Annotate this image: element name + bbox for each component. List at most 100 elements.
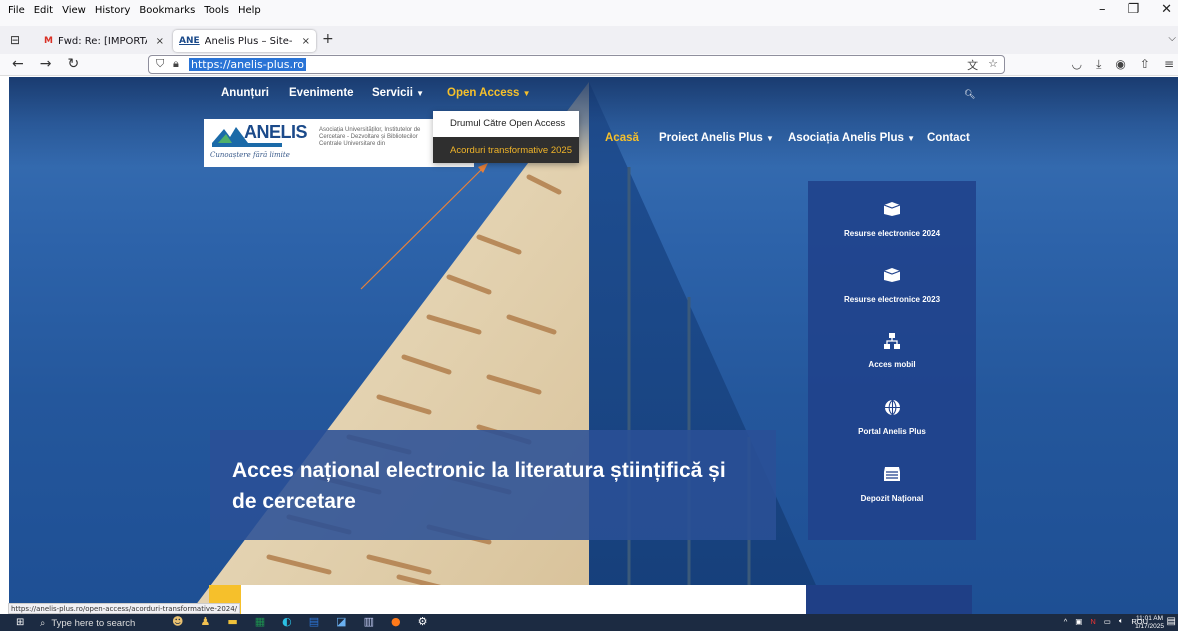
menu-bookmarks[interactable]: Bookmarks xyxy=(139,5,195,16)
minimize-icon[interactable]: – xyxy=(1099,2,1106,17)
shield-icon[interactable]: ⛉ xyxy=(156,57,164,71)
nav-anunturi[interactable]: Anunțuri xyxy=(221,87,269,99)
chevron-down-icon[interactable]: ⌵ xyxy=(1168,33,1176,44)
tab-anelis[interactable]: ANE Anelis Plus – Site-ul proiectului × xyxy=(173,30,316,52)
menu-file[interactable]: File xyxy=(8,5,25,16)
menu-hamburger-icon[interactable]: ≡ xyxy=(1164,57,1174,72)
character-app-icon[interactable]: ♟ xyxy=(200,615,210,628)
windows-taskbar: ⊞ ⌕ Type here to search ☻ ♟ ▬ ▦ ◐ ▤ ◪ ▥ … xyxy=(0,614,1178,631)
reload-icon[interactable]: ↻ xyxy=(67,56,79,72)
network-icon xyxy=(808,332,976,352)
logo-mark-icon xyxy=(212,127,248,143)
new-tab-icon[interactable]: + xyxy=(322,31,334,47)
logo-association-text: Asociația Universităților, Institutelor … xyxy=(319,127,421,147)
nav-acasa[interactable]: Acasă xyxy=(605,132,639,144)
tab-gmail[interactable]: M Fwd: Re: [IMPORTANT] Migrare × xyxy=(38,30,170,52)
taskview-app-icon[interactable]: ▥ xyxy=(364,615,374,628)
url-text[interactable]: https://anelis-plus.ro xyxy=(189,58,306,71)
menu-view[interactable]: View xyxy=(62,5,86,16)
menu-bar: File Edit View History Bookmarks Tools H… xyxy=(0,0,1178,26)
network-tray-icon[interactable]: ▭ xyxy=(1104,617,1111,626)
tab-list-icon[interactable]: ⊟ xyxy=(10,33,20,47)
windows-start-icon[interactable]: ⊞ xyxy=(16,617,24,628)
download-icon[interactable]: ⤓ xyxy=(1096,57,1101,72)
extensions-icon[interactable]: ⇧ xyxy=(1140,57,1150,72)
menu-help[interactable]: Help xyxy=(238,5,261,16)
nav-open-access-label: Open Access xyxy=(447,87,520,99)
people-app-icon[interactable]: ☻ xyxy=(172,615,183,628)
restore-icon[interactable]: ❐ xyxy=(1127,2,1139,17)
search-icon[interactable]: 🔍︎ xyxy=(964,90,975,100)
close-tab-icon[interactable]: × xyxy=(302,36,310,47)
dropdown-item-acorduri[interactable]: Acorduri transformative 2025 xyxy=(433,137,579,163)
nav-open-access[interactable]: Open Access ▼ xyxy=(447,87,531,99)
quicklink-acces-mobil[interactable]: Acces mobil xyxy=(808,332,976,369)
dropdown-item-drumul[interactable]: Drumul Către Open Access xyxy=(433,111,579,137)
close-tab-icon[interactable]: × xyxy=(156,36,164,47)
account-icon[interactable]: ◉ xyxy=(1115,57,1125,72)
caret-down-icon: ▼ xyxy=(765,134,774,143)
bookmark-star-icon[interactable]: ☆ xyxy=(988,57,998,73)
address-bar[interactable]: ⛉ 🔒︎ https://anelis-plus.ro 文 ☆ xyxy=(148,55,1005,74)
volume-icon[interactable]: 🔈︎ xyxy=(1119,616,1124,626)
pocket-icon[interactable]: ◡ xyxy=(1072,57,1082,72)
navigation-bar: ← → ↻ ⛉ 🔒︎ https://anelis-plus.ro 文 ☆ ◡ … xyxy=(0,54,1178,76)
nav-servicii-label: Servicii xyxy=(372,87,413,99)
anelis-favicon-icon: ANE xyxy=(179,36,200,46)
chevron-up-icon[interactable]: ^ xyxy=(1064,617,1068,626)
tab-title: Fwd: Re: [IMPORTANT] Migrare xyxy=(57,35,147,47)
status-url: https://anelis-plus.ro/open-access/acord… xyxy=(8,603,241,614)
taskbar-search[interactable]: ⌕ Type here to search xyxy=(40,616,146,630)
settings-gear-icon[interactable]: ⚙ xyxy=(418,615,428,628)
quicklink-label: Portal Anelis Plus xyxy=(858,427,926,436)
menu-history[interactable]: History xyxy=(95,5,131,16)
gmail-icon: M xyxy=(44,36,53,46)
nav-asociatia-label: Asociația Anelis Plus xyxy=(788,132,904,144)
nav-proiect-anelis-plus[interactable]: Proiect Anelis Plus ▼ xyxy=(659,132,774,144)
quicklink-label: Acces mobil xyxy=(868,360,916,369)
content-strip xyxy=(241,585,806,614)
quicklink-resurse-2024[interactable]: Resurse electronice 2024 xyxy=(808,201,976,238)
edge-icon[interactable]: ◐ xyxy=(282,615,292,628)
antivirus-icon[interactable]: N xyxy=(1090,617,1095,626)
clock-date: 1/17/2025 xyxy=(1135,623,1164,630)
quicklink-portal-anelis[interactable]: Portal Anelis Plus xyxy=(808,399,976,436)
file-explorer-icon[interactable]: ▬ xyxy=(227,615,237,628)
navy-block xyxy=(806,585,972,614)
clock[interactable]: 11:01 AM 1/17/2025 xyxy=(1135,615,1164,631)
menu-tools[interactable]: Tools xyxy=(204,5,229,16)
excel-icon[interactable]: ▦ xyxy=(255,615,265,628)
open-access-dropdown: Drumul Către Open Access Acorduri transf… xyxy=(433,111,579,163)
nav-contact[interactable]: Contact xyxy=(927,132,970,144)
quicklink-depozit-national[interactable]: Depozit Național xyxy=(808,466,976,503)
globe-icon xyxy=(808,399,976,419)
box-icon xyxy=(808,201,976,221)
logo-signature: Cunoaștere fără limite xyxy=(210,151,290,159)
hero-banner: Acces național electronic la literatura … xyxy=(210,430,776,540)
taskbar-apps: ☻ ♟ ▬ ▦ ◐ ▤ ◪ ▥ ● ⚙ xyxy=(172,615,427,628)
tab-title: Anelis Plus – Site-ul proiectului xyxy=(204,35,293,47)
notifications-icon[interactable]: ▤ xyxy=(1167,616,1176,627)
logo-bar xyxy=(212,143,282,147)
translate-icon[interactable]: 文 xyxy=(967,57,978,73)
lock-icon[interactable]: 🔒︎ xyxy=(173,57,179,71)
back-icon[interactable]: ← xyxy=(12,56,24,72)
photos-app-icon[interactable]: ◪ xyxy=(336,615,346,628)
word-icon[interactable]: ▤ xyxy=(309,615,319,628)
caret-down-icon: ▼ xyxy=(416,89,425,98)
nav-proiect-label: Proiect Anelis Plus xyxy=(659,132,763,144)
quicklink-label: Resurse electronice 2023 xyxy=(843,295,941,304)
quicklink-label: Depozit Național xyxy=(860,494,924,503)
nav-evenimente[interactable]: Evenimente xyxy=(289,87,354,99)
nav-servicii[interactable]: Servicii ▼ xyxy=(372,87,424,99)
archive-icon xyxy=(808,466,976,486)
tray-app-icon[interactable]: ▣ xyxy=(1075,617,1082,626)
quicklink-resurse-2023[interactable]: Resurse electronice 2023 xyxy=(808,267,976,304)
nav-asociatia-anelis-plus[interactable]: Asociația Anelis Plus ▼ xyxy=(788,132,915,144)
close-window-icon[interactable]: ✕ xyxy=(1161,2,1172,17)
forward-icon[interactable]: → xyxy=(40,56,52,72)
firefox-icon[interactable]: ● xyxy=(391,615,401,628)
menu-edit[interactable]: Edit xyxy=(34,5,53,16)
box-icon xyxy=(808,267,976,287)
hero-title: Acces național electronic la literatura … xyxy=(232,459,726,513)
